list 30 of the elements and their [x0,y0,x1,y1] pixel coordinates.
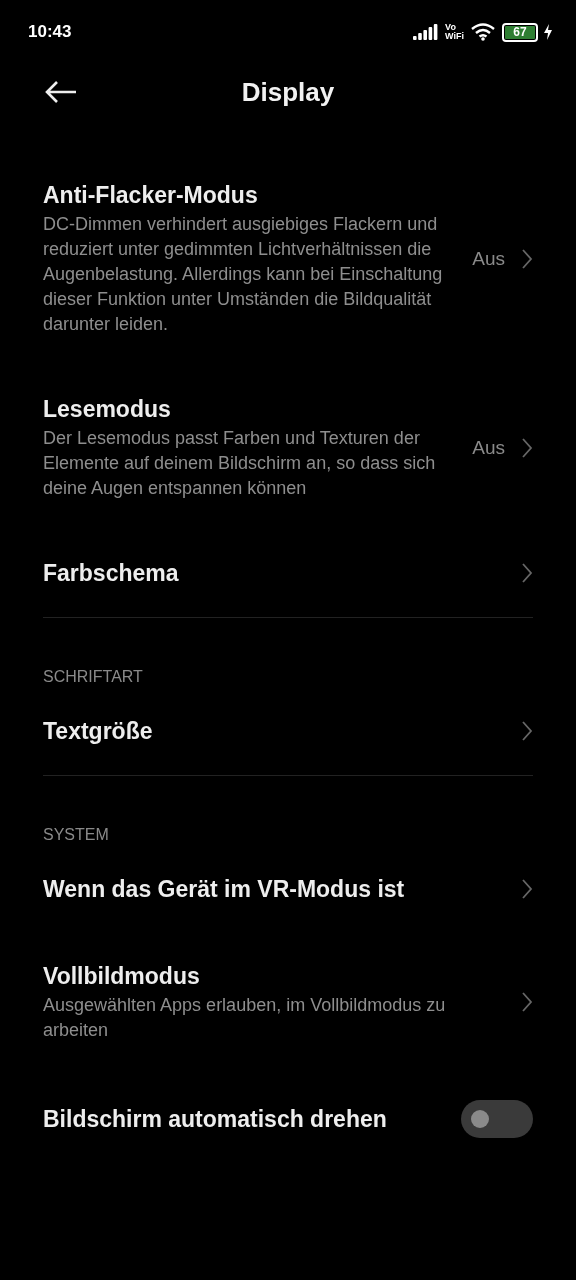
setting-title[interactable]: Textgröße [43,716,505,746]
section-header: SCHRIFTART [43,668,143,685]
clock: 10:43 [28,22,73,42]
chevron-icon [521,720,533,742]
toggle-switch[interactable] [461,1100,533,1138]
wifi-label: WiFi [445,32,464,41]
chevron-icon [521,991,533,1013]
chevron-icon [521,878,533,900]
back-arrow-icon[interactable] [44,80,78,104]
setting-title[interactable]: Wenn das Gerät im VR-Modus ist [43,874,505,904]
chevron-icon [521,562,533,584]
setting-description: Ausgewählten Apps erlauben, im Vollbildmodus zu arbeiten [43,994,447,1042]
value-label: Aus [472,436,505,459]
wifi-icon [470,23,496,41]
setting-description: Der Lesemodus passt Farben und Texturen der Elemente auf deinem Bildschirm an, so dass sich deine Augen entspannen können [43,427,437,500]
setting-title[interactable]: Bildschirm automatisch drehen [43,1104,445,1134]
setting-title[interactable]: Vollbildmodus [43,961,505,991]
section-header: SYSTEM [43,826,109,843]
setting-description: DC-Dimmen verhindert ausgiebiges Flackern und reduziert unter gedimmten Lichtverhältnissen die Augenbelastung. Allerdings kann bei Einschaltung dieser Funktion unter Umständen die Bildqualität darunter leiden. [43,213,444,336]
setting-title[interactable]: Farbschema [43,558,505,588]
setting-title[interactable]: Lesemodus [43,394,453,424]
battery-icon: 67 [502,22,538,42]
setting-title[interactable]: Anti-Flacker-Modus [43,180,453,210]
chevron-icon [521,247,533,270]
signal-icon [413,24,440,40]
charging-icon [544,24,552,40]
value-label: Aus [472,247,505,270]
chevron-icon [521,436,533,459]
page-title: Display [241,76,335,107]
vo-label: Vo [445,23,457,32]
